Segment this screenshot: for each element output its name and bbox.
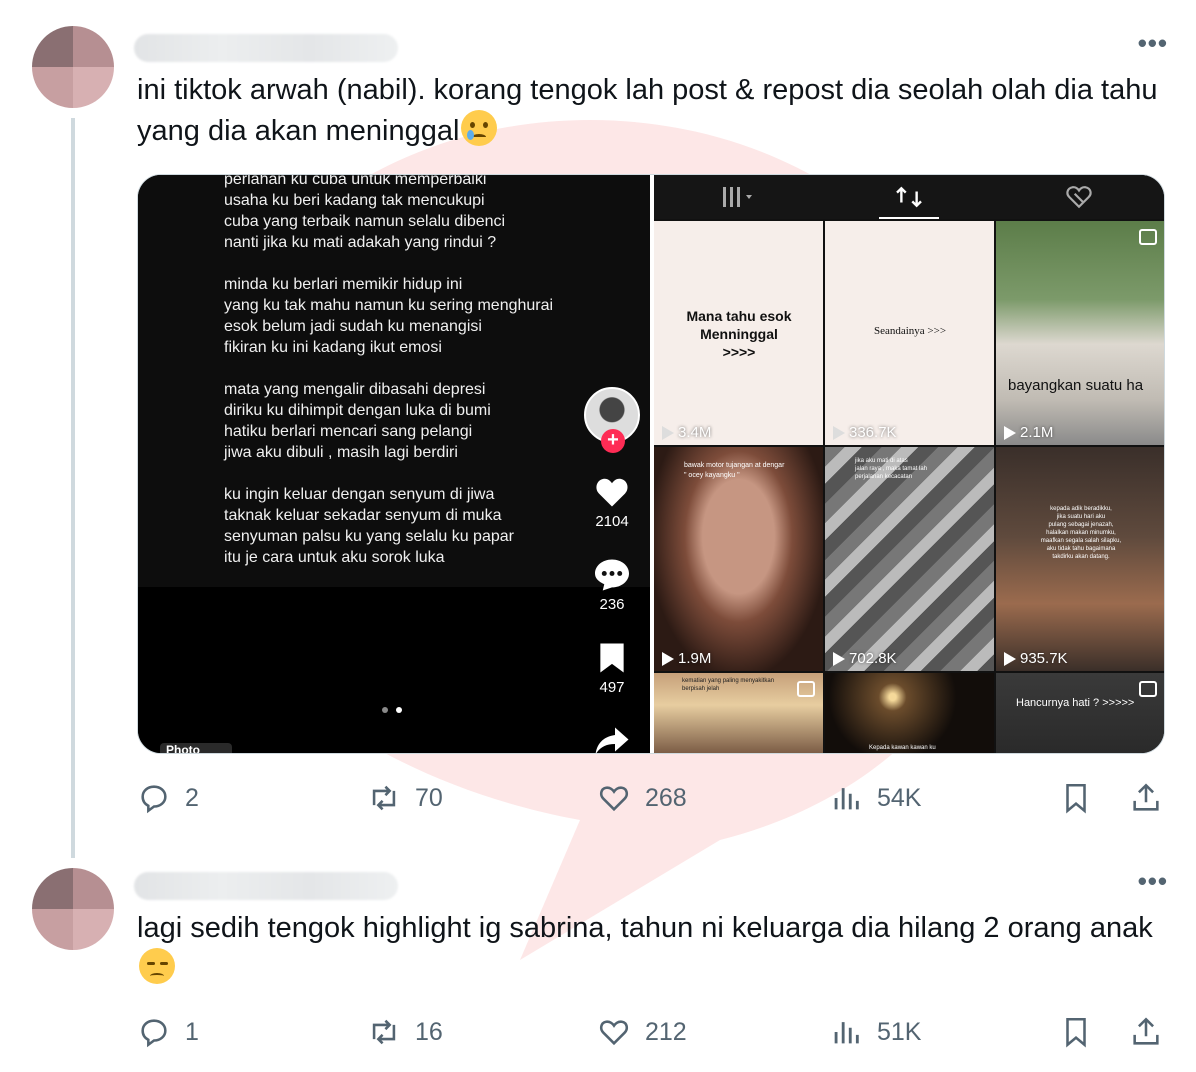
tiktok-profile-avatar: + xyxy=(584,387,640,453)
tweet[interactable]: ••• ini tiktok arwah (nabil). korang ten… xyxy=(0,0,1196,858)
reply-button[interactable]: 2 xyxy=(137,778,199,818)
share-button[interactable] xyxy=(1129,778,1163,818)
repost-count: 70 xyxy=(415,783,443,812)
more-options-icon[interactable]: ••• xyxy=(1138,868,1168,894)
tweet-text: lagi sedih tengok highlight ig sabrina, … xyxy=(137,908,1177,989)
grid-icon xyxy=(654,175,824,219)
video-thumbnail[interactable]: bawak motor tujangan at dengar " ocey ka… xyxy=(654,447,823,671)
photo-icon xyxy=(1139,229,1157,245)
view-count: 51K xyxy=(877,1017,922,1046)
like-count: 268 xyxy=(645,783,687,812)
analytics-icon xyxy=(834,1022,859,1044)
crying-face-icon xyxy=(461,110,498,146)
avatar[interactable] xyxy=(32,26,114,108)
repost-icon xyxy=(372,1019,396,1045)
bookmark-button[interactable] xyxy=(1059,778,1093,818)
carousel-dots xyxy=(382,707,402,713)
author-name-redacted[interactable] xyxy=(134,34,398,62)
share-button[interactable] xyxy=(1129,1012,1163,1052)
thread-line xyxy=(71,118,75,858)
more-options-icon[interactable]: ••• xyxy=(1138,30,1168,56)
save-count: 497 xyxy=(599,679,625,696)
analytics-icon xyxy=(834,788,859,810)
avatar[interactable] xyxy=(32,868,114,950)
tweet-actions: 2 70 268 54K xyxy=(137,778,1177,818)
video-grid: Mana tahu esok Menninggal >>>> 3.4M Sean… xyxy=(654,221,1164,753)
bookmark-icon xyxy=(592,639,632,677)
photo-icon xyxy=(797,681,815,697)
heart-icon xyxy=(592,473,632,511)
photo-icon xyxy=(1139,681,1157,697)
tweet-text: ini tiktok arwah (nabil). korang tengok … xyxy=(137,74,1166,147)
author-name-redacted[interactable] xyxy=(134,872,398,900)
views-button[interactable]: 54K xyxy=(829,778,921,818)
like-count: 2104 xyxy=(595,513,629,530)
view-count: 54K xyxy=(877,783,922,812)
photo-tag: Photo xyxy=(160,743,232,753)
media-image-tiktok-profile[interactable]: Mana tahu esok Menninggal >>>> 3.4M Sean… xyxy=(654,175,1164,753)
lyrics-text: perlahan ku cuba untuk memperbaiki usaha… xyxy=(224,175,554,566)
video-thumbnail[interactable]: jika aku mati di atas jalan raya , maka … xyxy=(825,447,994,671)
video-thumbnail[interactable]: Hancurnya hati ? >>>>> xyxy=(996,673,1164,753)
reply-icon xyxy=(141,1019,167,1048)
like-button[interactable]: 212 xyxy=(597,1012,687,1052)
pensive-face-icon xyxy=(139,948,175,984)
tweet[interactable]: ••• lagi sedih tengok highlight ig sabri… xyxy=(0,846,1196,1072)
repost-button[interactable]: 70 xyxy=(367,778,443,818)
heart-icon xyxy=(599,786,629,812)
follow-plus-icon: + xyxy=(601,429,625,453)
reply-count: 2 xyxy=(185,783,199,812)
heart-icon xyxy=(599,1020,629,1046)
video-thumbnail[interactable]: kepada adik beradikku, jika suatu hari a… xyxy=(996,447,1164,671)
tweet-actions: 1 16 212 51K xyxy=(137,1012,1177,1052)
reply-count: 1 xyxy=(185,1017,199,1046)
reply-button[interactable]: 1 xyxy=(137,1012,199,1052)
media-image-tiktok-post[interactable]: perlahan ku cuba untuk memperbaiki usaha… xyxy=(138,175,650,753)
bookmark-icon xyxy=(1066,1017,1086,1048)
share-arrow-icon xyxy=(592,722,632,753)
video-thumbnail[interactable]: Seandainya >>> 336.7K xyxy=(825,221,994,445)
share-icon xyxy=(1133,1017,1159,1045)
video-thumbnail[interactable]: Kepada kawan kawan ku xyxy=(825,673,994,753)
repost-icon xyxy=(824,175,994,219)
video-thumbnail[interactable]: kematian yang paling menyakitkan berpisa… xyxy=(654,673,823,753)
video-thumbnail[interactable]: bayangkan suatu ha 2.1M xyxy=(996,221,1164,445)
repost-button[interactable]: 16 xyxy=(367,1012,443,1052)
views-button[interactable]: 51K xyxy=(829,1012,921,1052)
reply-icon xyxy=(141,785,167,814)
like-button[interactable]: 268 xyxy=(597,778,687,818)
tweet-media[interactable]: perlahan ku cuba untuk memperbaiki usaha… xyxy=(137,174,1165,754)
bookmark-button[interactable] xyxy=(1059,1012,1093,1052)
like-count: 212 xyxy=(645,1017,687,1046)
tiktok-side-actions: + 2104 236 497 xyxy=(584,387,640,753)
repost-icon xyxy=(372,785,396,811)
profile-tabbar xyxy=(654,175,1164,219)
bookmark-icon xyxy=(1066,783,1086,814)
comment-count: 236 xyxy=(599,596,625,613)
share-icon xyxy=(1133,783,1159,811)
video-thumbnail[interactable]: Mana tahu esok Menninggal >>>> 3.4M xyxy=(654,221,823,445)
comment-icon xyxy=(592,556,632,594)
repost-count: 16 xyxy=(415,1017,443,1046)
liked-icon xyxy=(994,175,1164,219)
